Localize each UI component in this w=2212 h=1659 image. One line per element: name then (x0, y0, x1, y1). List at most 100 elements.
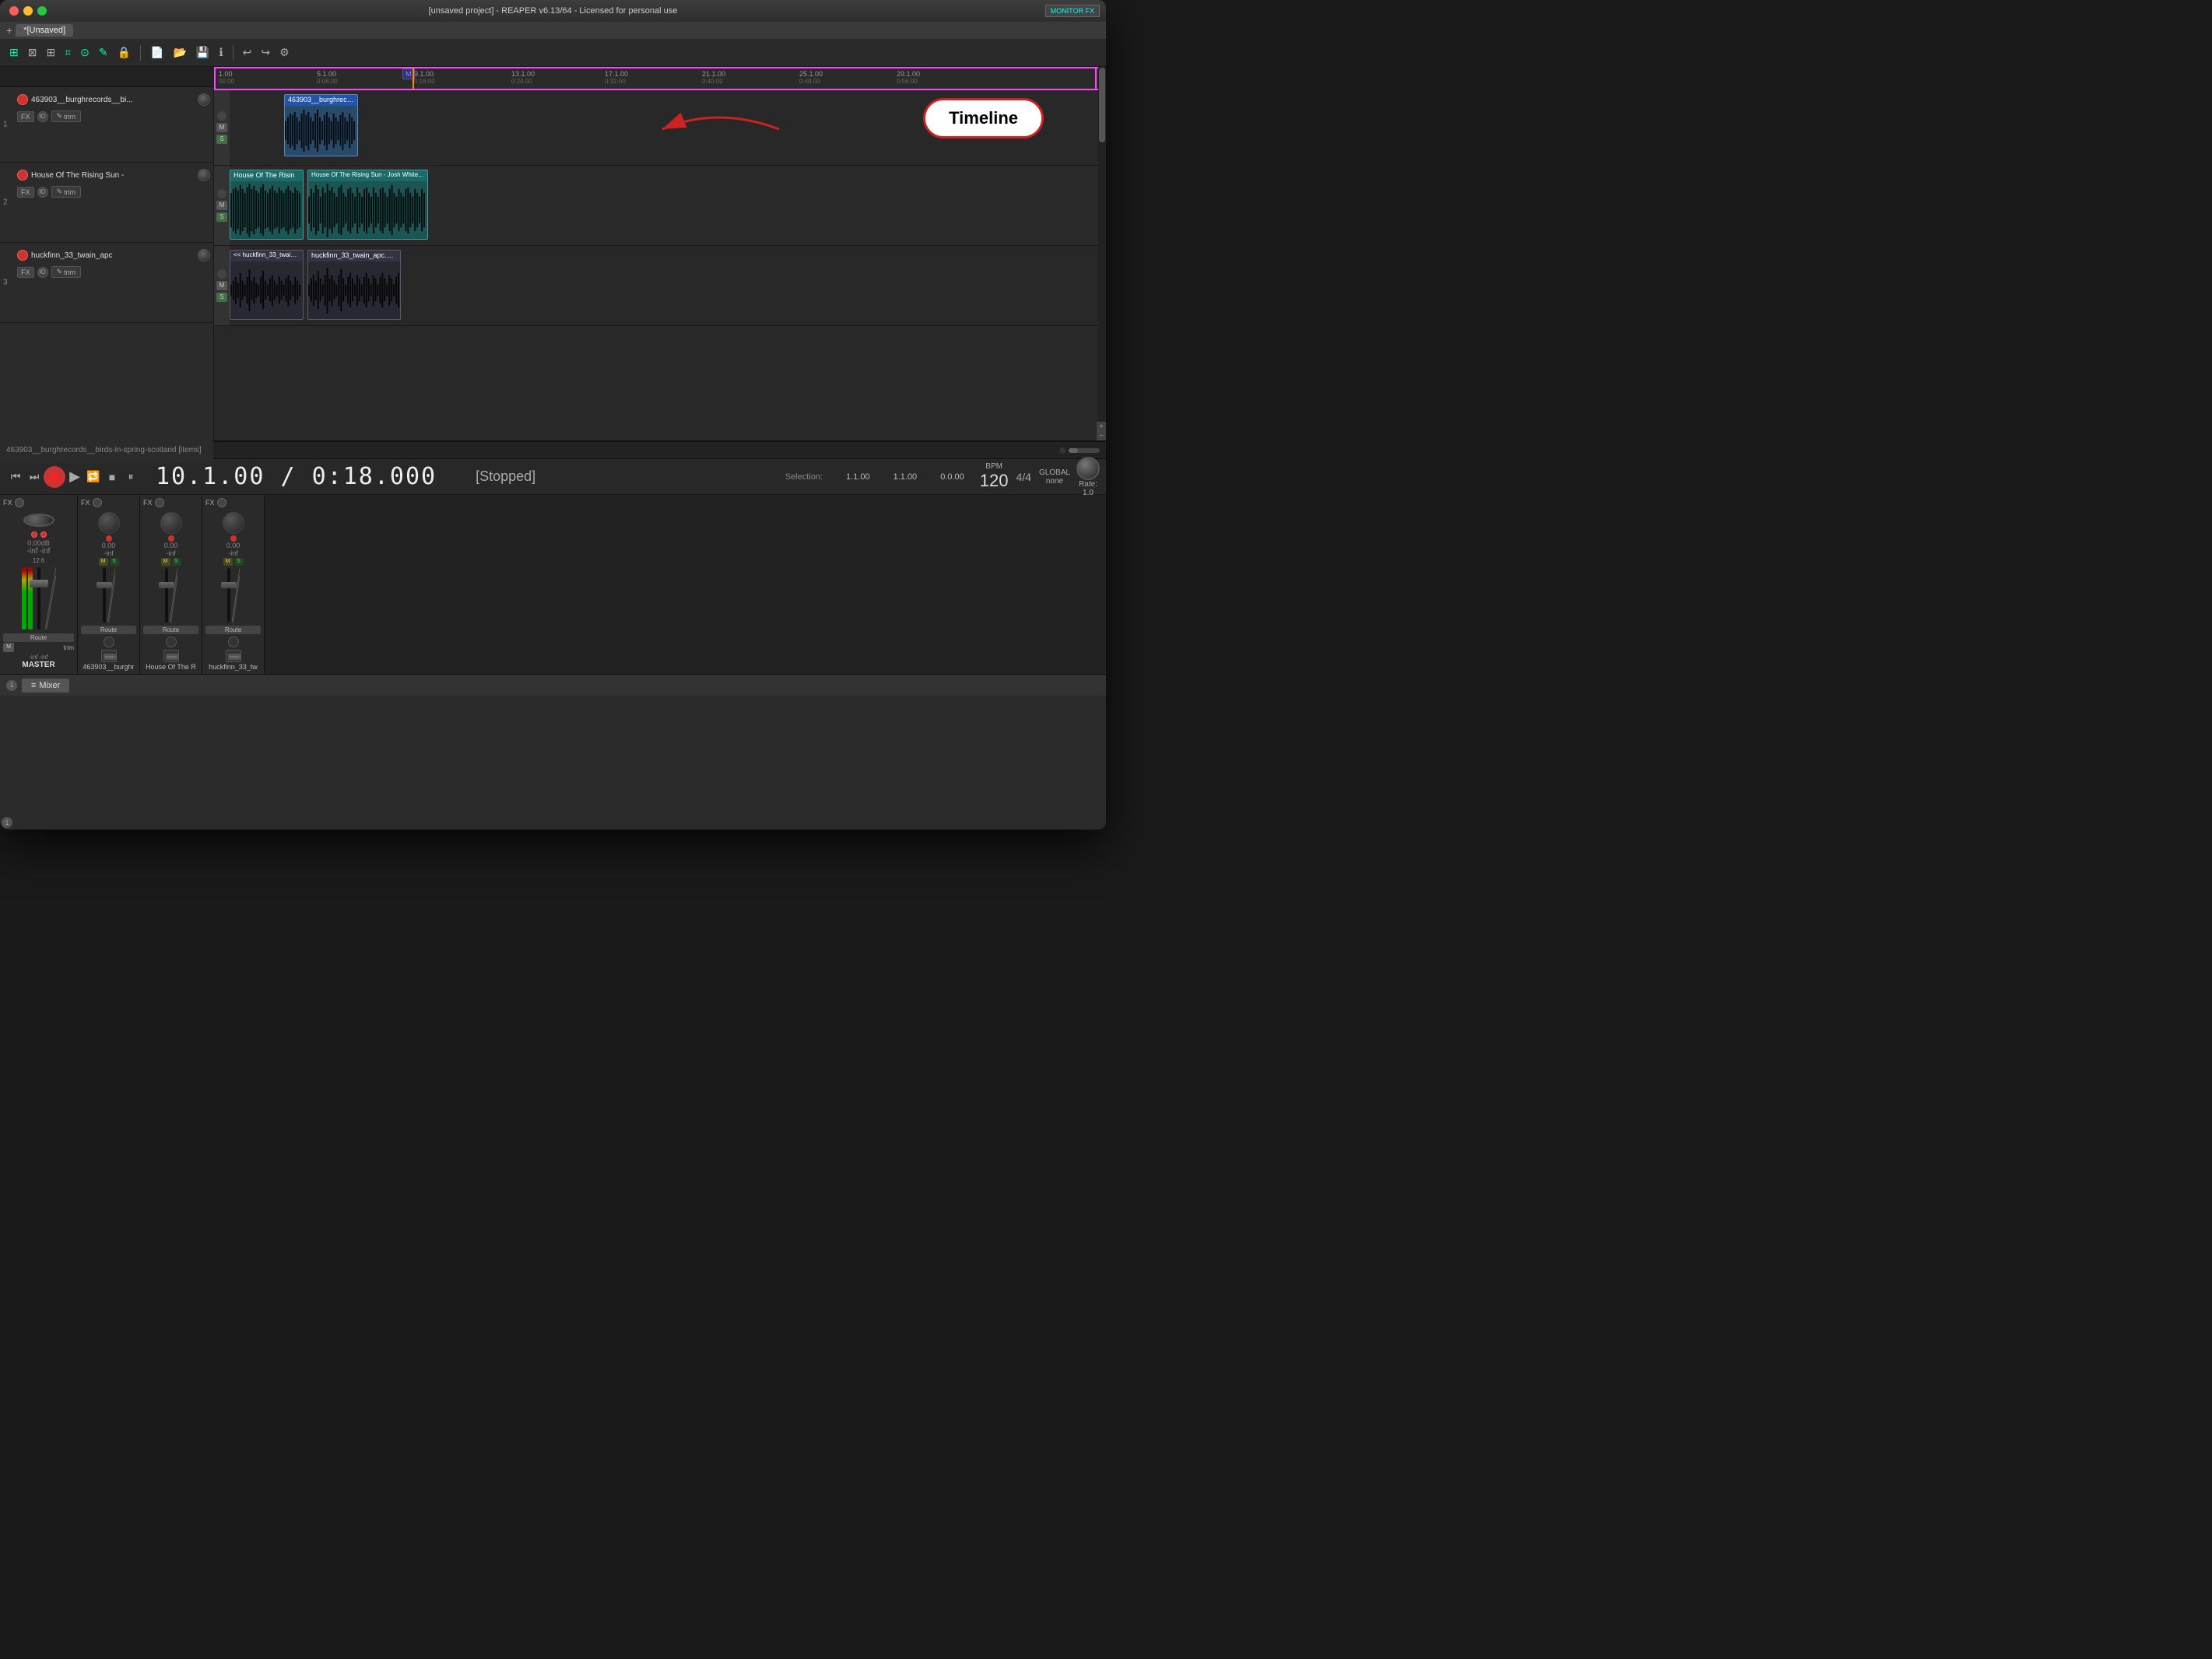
rate-knob[interactable] (1076, 457, 1100, 480)
track-item: 1 463903__burghrecords__bi... FX IO ✎ tr… (0, 87, 213, 163)
fader-decoration (107, 568, 115, 623)
time-signature[interactable]: 4/4 (1016, 471, 1031, 483)
mixer-tab[interactable]: ≡ Mixer (22, 679, 69, 693)
track-io-btn[interactable]: IO (37, 187, 48, 198)
unsaved-tab[interactable]: *[Unsaved] (16, 24, 73, 37)
track-record-btn[interactable] (17, 250, 28, 261)
lane-dot[interactable] (217, 111, 226, 121)
redo-btn[interactable]: ↪ (258, 44, 273, 61)
bpm-value[interactable]: 120 (980, 471, 1009, 491)
phase-btn[interactable] (104, 637, 114, 647)
track-io-btn[interactable]: IO (37, 111, 48, 122)
undo-btn[interactable]: ↩ (240, 44, 255, 61)
solo-btn[interactable]: S (172, 558, 181, 566)
minimize-button[interactable] (23, 6, 33, 16)
phase-btn[interactable] (166, 637, 177, 647)
audio-clip[interactable]: huckfinn_33_twain_apc.ogg (307, 250, 401, 320)
track-number: 1 (3, 121, 8, 129)
track-volume-knob[interactable] (198, 249, 210, 261)
track-trim-btn[interactable]: ✎ trim (51, 186, 82, 198)
track-fx-btn[interactable]: FX (17, 267, 34, 278)
env-tool[interactable]: ⌗ (61, 44, 74, 61)
fader-track (37, 567, 40, 630)
audio-clip[interactable]: House Of The Rising Sun - Josh White... (307, 170, 428, 240)
pen-tool[interactable]: ✎ (96, 44, 111, 61)
scroll-down-btn[interactable]: − (1097, 431, 1106, 440)
selection-label: Selection: (785, 472, 823, 482)
fx-power-btn[interactable] (15, 498, 24, 507)
audio-clip[interactable]: House Of The Risin (230, 170, 304, 240)
add-tab-button[interactable]: + (6, 24, 12, 37)
window-title: [unsaved project] - REAPER v6.13/64 - Li… (429, 6, 678, 16)
scroll-up-btn[interactable]: + (1097, 422, 1106, 431)
mute-btn[interactable]: M (99, 558, 108, 566)
pause-btn[interactable]: ⏸ (121, 468, 140, 486)
ch-volume-knob[interactable] (98, 512, 120, 534)
track-fx-btn[interactable]: FX (17, 187, 34, 198)
close-button[interactable] (9, 6, 19, 16)
record-btn[interactable] (44, 466, 65, 488)
route-btn[interactable]: Route (205, 626, 261, 634)
scripts-btn[interactable]: ⚙ (276, 44, 293, 61)
maximize-button[interactable] (37, 6, 47, 16)
track-record-btn[interactable] (17, 94, 28, 105)
track-name: House Of The Rising Sun - (31, 171, 195, 180)
scrollbar-thumb[interactable] (1099, 68, 1105, 142)
stop-btn[interactable]: ■ (103, 468, 121, 486)
fx-power-btn[interactable] (155, 498, 164, 507)
track-volume-knob[interactable] (198, 93, 210, 106)
track-record-btn[interactable] (17, 170, 28, 181)
lane-dot[interactable] (217, 189, 226, 198)
snap-tool[interactable]: ⊞ (6, 44, 22, 61)
lane-dot[interactable] (217, 269, 226, 279)
solo-btn[interactable]: S (234, 558, 244, 566)
go-start-btn[interactable]: ⏮ (6, 468, 25, 486)
fx-power-btn[interactable] (217, 498, 226, 507)
grid-tool[interactable]: ⊞ (43, 44, 58, 61)
track-trim-btn[interactable]: ✎ trim (51, 110, 82, 122)
info-btn[interactable]: ℹ (216, 44, 226, 61)
fader-handle[interactable] (97, 582, 112, 588)
fader-handle[interactable] (30, 580, 48, 587)
arrange-area[interactable]: 1.00 00.00 5.1.00 0:08.00 9.1.00 0:16.00… (214, 67, 1106, 440)
audio-clip[interactable]: << huckfinn_33_twain_apc.ogg (230, 250, 304, 320)
monitor-fx-button[interactable]: MONITOR FX (1045, 5, 1100, 17)
mute-btn[interactable]: M (216, 201, 227, 210)
save-btn[interactable]: 💾 (193, 44, 212, 61)
mute-btn[interactable]: M (223, 558, 233, 566)
fader-handle[interactable] (159, 582, 174, 588)
play-btn[interactable]: ▶ (65, 468, 84, 486)
ch-volume-knob[interactable] (160, 512, 182, 534)
ruler-mark: 5.1.00 0:08.00 (317, 68, 338, 85)
solo-btn[interactable]: S (216, 293, 227, 302)
open-btn[interactable]: 📂 (170, 44, 189, 61)
route-btn[interactable]: Route (143, 626, 198, 634)
mute-btn[interactable]: M (3, 643, 14, 652)
solo-btn[interactable]: S (110, 558, 119, 566)
trim-tool[interactable]: ⊠ (25, 44, 40, 61)
track-volume-knob[interactable] (198, 169, 210, 181)
route-btn[interactable]: Route (81, 626, 136, 634)
new-file-btn[interactable]: 📄 (147, 44, 167, 61)
lock-tool[interactable]: 🔒 (114, 44, 134, 61)
fader-handle[interactable] (221, 582, 237, 588)
mute-btn[interactable]: M (161, 558, 170, 566)
mute-btn[interactable]: M (216, 281, 227, 290)
loop-tool[interactable]: ⊙ (77, 44, 93, 61)
track-number: 3 (3, 279, 8, 287)
track-io-btn[interactable]: IO (37, 267, 48, 278)
ch-volume-knob[interactable] (223, 512, 244, 534)
loop-btn[interactable]: 🔁 (84, 468, 103, 486)
route-btn[interactable]: Route (3, 633, 74, 642)
master-volume-knob[interactable] (23, 514, 54, 527)
audio-clip[interactable]: 463903__burghrecords (284, 94, 358, 156)
track-trim-btn[interactable]: ✎ trim (51, 266, 82, 278)
vertical-scrollbar[interactable]: + − (1098, 67, 1106, 440)
solo-btn[interactable]: S (216, 135, 227, 144)
mute-btn[interactable]: M (216, 123, 227, 132)
phase-btn[interactable] (228, 637, 239, 647)
solo-btn[interactable]: S (216, 212, 227, 222)
fx-power-btn[interactable] (93, 498, 102, 507)
track-fx-btn[interactable]: FX (17, 111, 34, 122)
go-end-btn[interactable]: ⏭ (25, 468, 44, 486)
